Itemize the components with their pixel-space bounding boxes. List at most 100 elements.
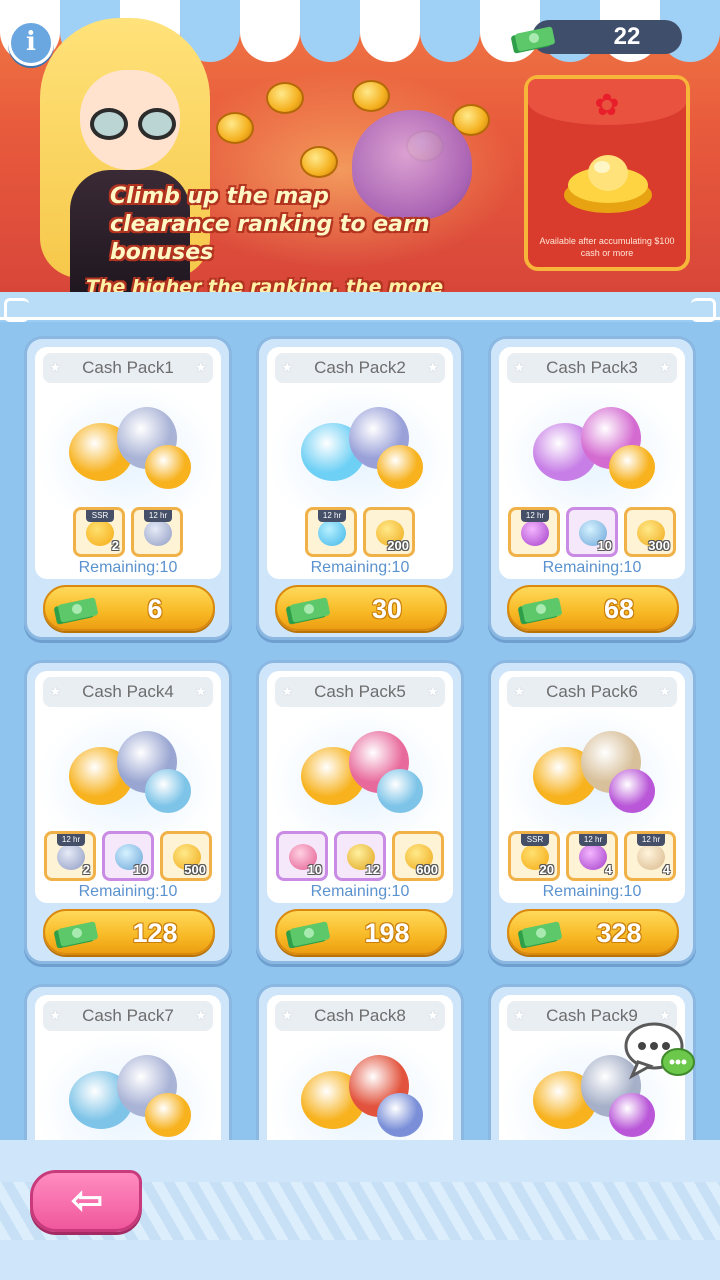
- cash-pack-card[interactable]: ★ ★ Cash Pack7: [24, 984, 232, 1140]
- coin-icon: [266, 82, 304, 114]
- item-tag: 12 hr: [318, 510, 346, 522]
- item-quantity: 200: [387, 538, 409, 553]
- item-tag: 12 hr: [521, 510, 549, 522]
- item-tag: 12 hr: [637, 834, 665, 846]
- pack-artwork: [295, 725, 427, 825]
- pack-items: SSR 20 12 hr 4 12 hr 4: [499, 831, 685, 881]
- pack-artwork: [63, 725, 195, 825]
- envelope-note: Available after accumulating $100 cash o…: [539, 236, 675, 258]
- pack-items: 10 12 600: [267, 831, 453, 881]
- reward-item[interactable]: 12 hr 4: [566, 831, 618, 881]
- item-quantity: 2: [82, 862, 90, 877]
- info-button[interactable]: i: [8, 20, 54, 66]
- cash-icon: [286, 921, 330, 949]
- item-quantity: 4: [662, 862, 670, 877]
- reward-item[interactable]: 10: [102, 831, 154, 881]
- cash-icon: [518, 597, 562, 625]
- reward-item[interactable]: 12: [334, 831, 386, 881]
- ssr-puzzle-icon: [86, 520, 114, 546]
- cash-pack-card[interactable]: ★ ★ Cash Pack2 12 hr 200 Remaining:10 30: [256, 336, 464, 640]
- banner-line-3: The higher the ranking, the more bonuses…: [86, 276, 444, 292]
- cash-icon: [518, 921, 562, 949]
- item-quantity: 10: [307, 862, 322, 877]
- currency-value: 22: [613, 23, 641, 50]
- buy-button[interactable]: 198: [275, 909, 447, 955]
- reward-item[interactable]: 12 hr: [508, 507, 560, 557]
- cash-pack-card[interactable]: ★ ★ Cash Pack3 12 hr 10 300 Remaining:10 68: [488, 336, 696, 640]
- pack-items: 12 hr 2 10 500: [35, 831, 221, 881]
- buy-button[interactable]: 128: [43, 909, 215, 955]
- pack-title: Cash Pack8: [314, 1006, 406, 1025]
- remaining-count: Remaining:10: [310, 559, 410, 576]
- item-quantity: 2: [111, 538, 119, 553]
- pack-items: 12 hr 200: [267, 507, 453, 557]
- reward-item[interactable]: 500: [160, 831, 212, 881]
- reward-item[interactable]: 10: [566, 507, 618, 557]
- reward-item[interactable]: 12 hr: [305, 507, 357, 557]
- price-label: 198: [364, 918, 410, 948]
- coin-icon: [300, 146, 338, 178]
- price-label: 128: [132, 918, 178, 948]
- pack-items: SSR 2 12 hr: [35, 507, 221, 557]
- reward-item[interactable]: 12 hr 4: [624, 831, 676, 881]
- item-tag: 12 hr: [57, 834, 85, 846]
- pack-title: Cash Pack1: [82, 358, 174, 377]
- cash-pack-card[interactable]: ★ ★ Cash Pack5 10 12 600 Remaining:10 198: [256, 660, 464, 964]
- cash-pack-card[interactable]: ★ ★ Cash Pack1 SSR 2 12 hr Remaining:10 6: [24, 336, 232, 640]
- cash-pack-card[interactable]: ★ ★ Cash Pack6 SSR 20 12 hr 4 12 hr 4 Remaining:1…: [488, 660, 696, 964]
- buy-button[interactable]: 6: [43, 585, 215, 631]
- event-banner: Climb up the map clearance ranking to ea…: [0, 0, 720, 292]
- pack-title: Cash Pack2: [314, 358, 406, 377]
- price-label: 328: [596, 918, 642, 948]
- reward-item[interactable]: 300: [624, 507, 676, 557]
- item-tag: 12 hr: [144, 510, 172, 522]
- blue-stars-icon: [318, 520, 346, 546]
- remaining-count: Remaining:10: [542, 883, 642, 900]
- buy-button[interactable]: 30: [275, 585, 447, 631]
- item-tag: SSR: [86, 510, 114, 522]
- buy-button[interactable]: 68: [507, 585, 679, 631]
- reward-item[interactable]: 12 hr: [131, 507, 183, 557]
- price-label: 68: [603, 594, 635, 624]
- pack-title: Cash Pack7: [82, 1006, 174, 1025]
- purple-potion-icon: [579, 844, 607, 870]
- reward-item[interactable]: SSR 2: [73, 507, 125, 557]
- pack-artwork: [527, 401, 659, 501]
- pack-artwork: [527, 725, 659, 825]
- back-button[interactable]: ⇦: [30, 1170, 142, 1232]
- pack-artwork: [295, 1049, 427, 1140]
- gold-ingot-icon: [564, 155, 652, 213]
- banner-headline: Climb up the map clearance ranking to ea…: [86, 183, 506, 292]
- section-divider: [0, 292, 720, 322]
- remaining-count: Remaining:10: [78, 883, 178, 900]
- cash-pack-card[interactable]: ★ ★ Cash Pack4 12 hr 2 10 500 Remaining:10 128: [24, 660, 232, 964]
- reward-item[interactable]: 12 hr 2: [44, 831, 96, 881]
- pack-artwork: [63, 1049, 195, 1140]
- item-quantity: 12: [365, 862, 380, 877]
- purple-potion-icon: [521, 520, 549, 546]
- cash-pack-card[interactable]: ★ ★ Cash Pack8: [256, 984, 464, 1140]
- cash-pack-grid[interactable]: ★ ★ Cash Pack1 SSR 2 12 hr Remaining:10 6 ★ ★ Cash…: [0, 322, 720, 1140]
- silver-coins-icon: [57, 844, 85, 870]
- chat-bubbles-icon[interactable]: [624, 1020, 696, 1084]
- item-quantity: 600: [416, 862, 438, 877]
- remaining-count: Remaining:10: [310, 883, 410, 900]
- item-quantity: 20: [539, 862, 554, 877]
- remaining-count: Remaining:10: [78, 559, 178, 576]
- pack-title: Cash Pack6: [546, 682, 638, 701]
- reward-item[interactable]: 10: [276, 831, 328, 881]
- cash-icon: [511, 26, 555, 54]
- coin-icon: [216, 112, 254, 144]
- cash-icon: [54, 921, 98, 949]
- buy-button[interactable]: 328: [507, 909, 679, 955]
- item-tag: SSR: [521, 834, 549, 846]
- back-arrow-icon: ⇦: [71, 1180, 103, 1222]
- reward-item[interactable]: SSR 20: [508, 831, 560, 881]
- reward-item[interactable]: 600: [392, 831, 444, 881]
- pack-items: 12 hr 10 300: [499, 507, 685, 557]
- item-quantity: 500: [184, 862, 206, 877]
- pack-title: Cash Pack4: [82, 682, 174, 701]
- cash-icon: [286, 597, 330, 625]
- red-envelope-reward[interactable]: ✿ Available after accumulating $100 cash…: [524, 75, 690, 271]
- reward-item[interactable]: 200: [363, 507, 415, 557]
